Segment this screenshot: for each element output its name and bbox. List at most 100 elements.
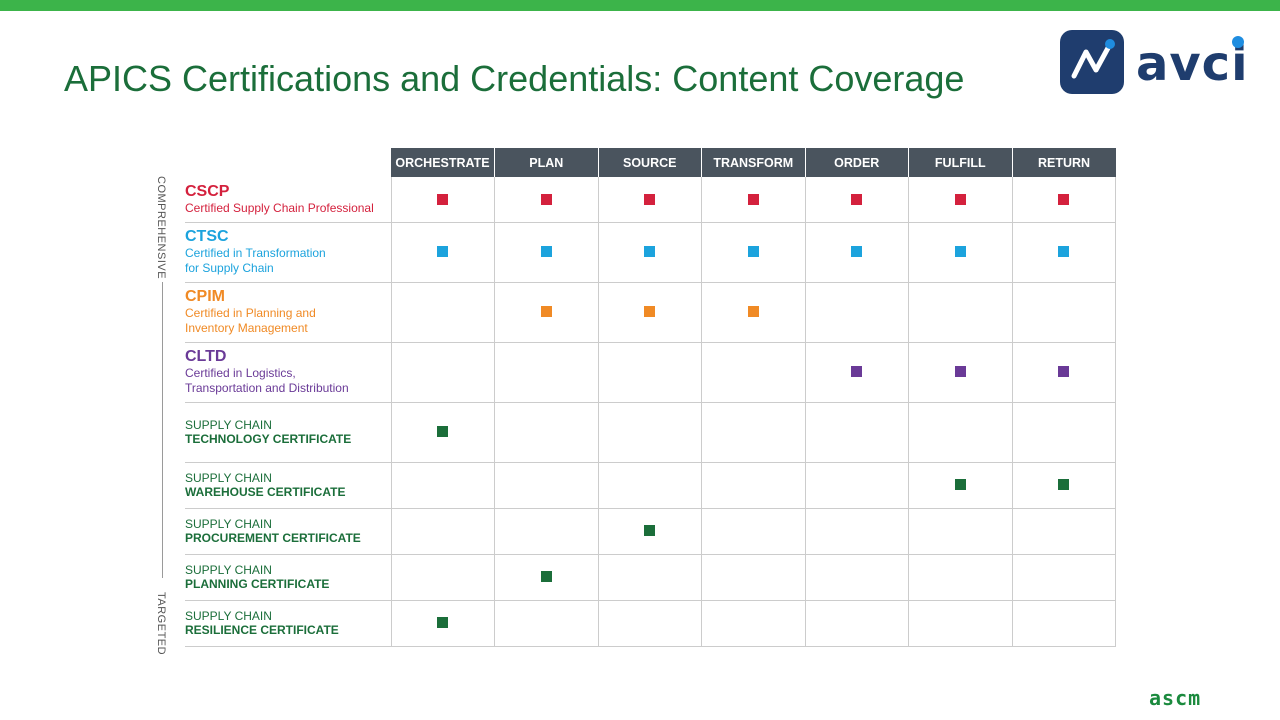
coverage-cell — [390, 402, 495, 463]
coverage-cell — [597, 222, 702, 283]
coverage-cell — [390, 462, 495, 509]
table-row: SUPPLY CHAIN PROCUREMENT CERTIFICATE — [185, 508, 1116, 555]
row-label: CPIM Certified in Planning and Inventory M… — [185, 282, 391, 343]
coverage-cell — [804, 282, 909, 343]
coverage-marker-icon — [747, 306, 759, 318]
avci-logo: avci — [1060, 28, 1250, 94]
certificate-name: PLANNING CERTIFICATE — [185, 577, 330, 591]
column-header-orchestrate: ORCHESTRATE — [391, 148, 495, 177]
certification-name: Certified Supply Chain Professional — [185, 200, 374, 215]
coverage-cell — [597, 177, 702, 223]
certification-name: Certified in Logistics, — [185, 366, 296, 380]
table-row: SUPPLY CHAIN PLANNING CERTIFICATE — [185, 554, 1116, 601]
coverage-marker-icon — [644, 246, 656, 258]
column-header-transform: TRANSFORM — [701, 148, 806, 177]
logo-dot — [1232, 36, 1244, 48]
column-header-source: SOURCE — [598, 148, 702, 177]
coverage-cell — [804, 222, 909, 283]
certification-name-line2: for Supply Chain — [185, 261, 274, 275]
coverage-marker-icon — [644, 306, 656, 318]
table-corner — [185, 148, 391, 177]
coverage-cell — [1011, 177, 1116, 223]
certificate-name: WAREHOUSE CERTIFICATE — [185, 485, 346, 499]
coverage-cell — [390, 554, 495, 601]
chart-line-icon — [1060, 30, 1124, 94]
coverage-table: ORCHESTRATE PLAN SOURCE TRANSFORM ORDER FULFI… — [185, 148, 1116, 647]
coverage-cell — [494, 508, 598, 555]
certification-name-line2: Inventory Management — [185, 321, 308, 335]
certificate-category: SUPPLY CHAIN — [185, 609, 272, 623]
coverage-cell — [701, 282, 805, 343]
coverage-cell — [908, 402, 1012, 463]
coverage-marker-icon — [851, 246, 863, 258]
coverage-cell — [701, 342, 805, 403]
certification-name: Certified in Planning and — [185, 306, 316, 320]
ascm-logo: ascm — [1149, 686, 1202, 710]
slide-title: APICS Certifications and Credentials: Co… — [64, 58, 965, 99]
row-label: SUPPLY CHAIN PROCUREMENT CERTIFICATE — [185, 508, 391, 555]
coverage-cell — [390, 600, 495, 647]
coverage-cell — [804, 554, 909, 601]
certificate-category: SUPPLY CHAIN — [185, 418, 272, 432]
certification-code: CTSC — [185, 228, 229, 245]
coverage-cell — [390, 177, 495, 223]
certificate-name: RESILIENCE CERTIFICATE — [185, 623, 339, 637]
coverage-cell — [1011, 342, 1116, 403]
side-label-comprehensive: COMPREHENSIVE — [155, 176, 167, 280]
coverage-marker-icon — [437, 426, 449, 438]
coverage-cell — [804, 342, 909, 403]
coverage-marker-icon — [540, 193, 552, 205]
coverage-marker-icon — [1058, 193, 1070, 205]
coverage-cell — [1011, 462, 1116, 509]
row-label: SUPPLY CHAIN PLANNING CERTIFICATE — [185, 554, 391, 601]
row-label: SUPPLY CHAIN TECHNOLOGY CERTIFICATE — [185, 402, 391, 463]
coverage-marker-icon — [954, 479, 966, 491]
table-body: CSCP Certified Supply Chain Professional C… — [185, 177, 1116, 647]
coverage-cell — [597, 508, 702, 555]
coverage-marker-icon — [1058, 246, 1070, 258]
coverage-cell — [701, 600, 805, 647]
coverage-marker-icon — [954, 366, 966, 378]
table-row: CPIM Certified in Planning and Inventory M… — [185, 282, 1116, 343]
certification-code: CPIM — [185, 288, 225, 305]
coverage-cell — [804, 508, 909, 555]
coverage-marker-icon — [437, 617, 449, 629]
table-row: SUPPLY CHAIN RESILIENCE CERTIFICATE — [185, 600, 1116, 647]
coverage-cell — [908, 462, 1012, 509]
coverage-cell — [1011, 508, 1116, 555]
coverage-cell — [494, 282, 598, 343]
coverage-cell — [494, 177, 598, 223]
table-header-row: ORCHESTRATE PLAN SOURCE TRANSFORM ORDER FULFI… — [185, 148, 1116, 177]
coverage-cell — [1011, 282, 1116, 343]
certificate-category: SUPPLY CHAIN — [185, 563, 272, 577]
coverage-cell — [908, 177, 1012, 223]
coverage-cell — [390, 222, 495, 283]
column-header-return: RETURN — [1012, 148, 1116, 177]
coverage-cell — [597, 600, 702, 647]
top-accent-bar — [0, 0, 1280, 11]
coverage-marker-icon — [437, 193, 449, 205]
coverage-cell — [494, 402, 598, 463]
coverage-marker-icon — [540, 246, 552, 258]
coverage-marker-icon — [954, 246, 966, 258]
coverage-cell — [597, 402, 702, 463]
coverage-cell — [701, 402, 805, 463]
coverage-cell — [908, 508, 1012, 555]
coverage-marker-icon — [747, 246, 759, 258]
coverage-cell — [1011, 222, 1116, 283]
coverage-cell — [701, 177, 805, 223]
certificate-category: SUPPLY CHAIN — [185, 471, 272, 485]
column-header-fulfill: FULFILL — [908, 148, 1013, 177]
coverage-cell — [597, 554, 702, 601]
certificate-name: TECHNOLOGY CERTIFICATE — [185, 432, 352, 446]
table-row: CLTD Certified in Logistics, Transportatio… — [185, 342, 1116, 403]
coverage-marker-icon — [747, 193, 759, 205]
coverage-cell — [494, 554, 598, 601]
coverage-cell — [390, 508, 495, 555]
table-row: SUPPLY CHAIN TECHNOLOGY CERTIFICATE — [185, 402, 1116, 463]
coverage-cell — [701, 508, 805, 555]
coverage-cell — [908, 342, 1012, 403]
certificate-category: SUPPLY CHAIN — [185, 517, 272, 531]
coverage-marker-icon — [540, 306, 552, 318]
coverage-cell — [908, 554, 1012, 601]
